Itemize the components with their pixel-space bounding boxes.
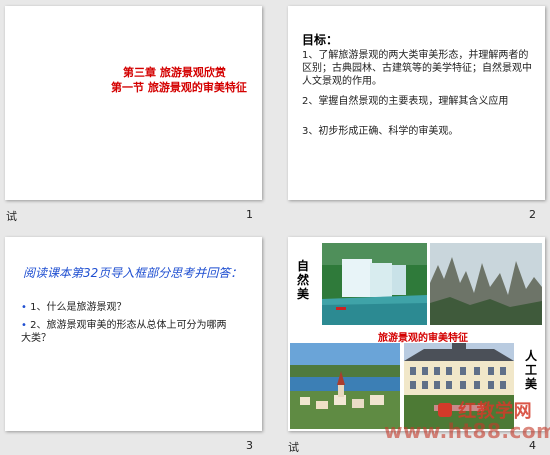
slide-thumbnail-2[interactable]: 目标： 1、了解旅游景观的两大类审美形态，并理解两者的区别；古典园林、古建筑等的…	[288, 6, 545, 200]
slide-2-number: 2	[529, 208, 536, 221]
slide-4-left-label: 自然美	[296, 259, 309, 301]
watermark-url: www.ht88.com	[384, 419, 550, 443]
slide-thumbnail-1[interactable]: 第三章 旅游景观欣赏 第一节 旅游景观的审美特征	[5, 6, 262, 200]
karst-peaks-photo	[430, 243, 542, 325]
slide-thumbnail-3[interactable]: 阅读课本第32页导入框部分思考并回答： • 1、什么是旅游景观？ • 2、旅游景…	[5, 237, 262, 431]
slide-1-title-line2: 第一节 旅游景观的审美特征	[111, 81, 247, 94]
slide-2-item-2: 2、掌握自然景观的主要表现，理解其含义应用	[302, 96, 509, 107]
slide-4-caption: 旅游景观的审美特征	[378, 333, 468, 344]
slide-4-number: 4	[529, 439, 536, 452]
slide-4-right-label: 人工美	[524, 349, 537, 391]
slide-3-bullet-2-text: 2、旅游景观审美的形态从总体上可分为哪两大类？	[21, 320, 227, 344]
bullet-dot-icon: •	[21, 320, 27, 331]
slide-4-cap: 试	[288, 441, 299, 454]
lake-town-photo	[290, 343, 400, 429]
slide-3-bullet-1-text: 1、什么是旅游景观？	[30, 302, 127, 313]
watermark-mark-icon	[438, 403, 452, 417]
slide-1-title-line1: 第三章 旅游景观欣赏	[123, 66, 226, 79]
slide-2-heading: 目标：	[302, 33, 339, 47]
bullet-dot-icon: •	[21, 302, 27, 313]
slide-2-item-1: 1、了解旅游景观的两大类审美形态，并理解两者的区别；古典园林、古建筑等的美学特征…	[302, 50, 532, 87]
slide-3-bullet-2: • 2、旅游景观审美的形态从总体上可分为哪两大类？	[21, 319, 236, 345]
slide-1-caption: 试	[6, 210, 17, 223]
slide-3-number: 3	[246, 439, 253, 452]
slide-3-bullet-1: • 1、什么是旅游景观？	[21, 301, 249, 314]
slide-thumbnail-4[interactable]: 自然美 旅游景观的审美特征 人工美 红教学网 www.ht88.com	[288, 237, 550, 443]
waterfall-photo	[322, 243, 427, 325]
slide-3-heading: 阅读课本第32页导入框部分思考并回答：	[23, 266, 243, 280]
slide-2-item-3: 3、初步形成正确、科学的审美观。	[302, 126, 459, 137]
slide-1-number: 1	[246, 208, 253, 221]
